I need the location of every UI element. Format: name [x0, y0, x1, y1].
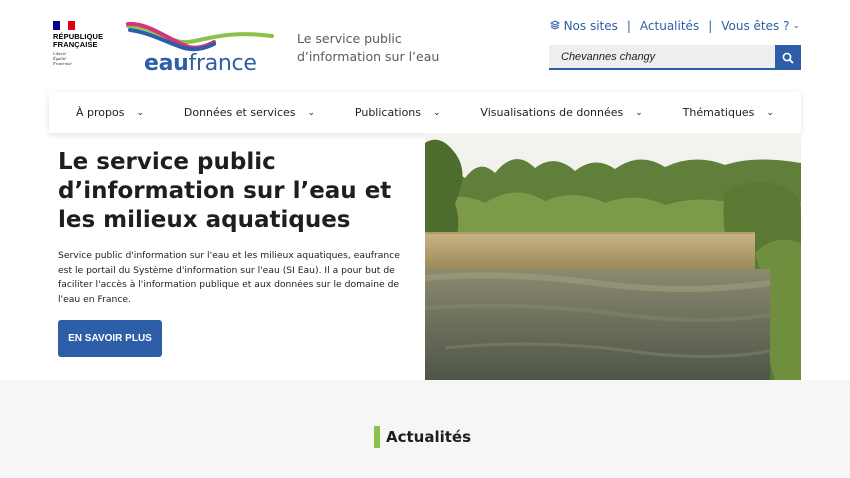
rf-motto: Liberté Égalité Fraternité: [53, 51, 72, 66]
en-savoir-plus-button[interactable]: EN SAVOIR PLUS: [58, 320, 162, 357]
eaufrance-logo[interactable]: eaufrance: [126, 20, 276, 76]
actualites-link[interactable]: Actualités: [640, 19, 699, 33]
nos-sites-link[interactable]: Nos sites: [564, 19, 618, 33]
eaufrance-waves-icon: [126, 21, 274, 52]
hero-pond-image: [425, 133, 801, 380]
link-separator: |: [626, 19, 631, 33]
chevron-down-icon: ⌄: [307, 107, 316, 118]
hero-title: Le service public d’information sur l’ea…: [58, 149, 392, 233]
nav-item-publications[interactable]: Publications ⌄: [355, 106, 441, 119]
search-bar: Chevannes changy: [549, 45, 801, 70]
search-input[interactable]: Chevannes changy: [549, 45, 775, 70]
chevron-down-icon: ⌄: [635, 107, 643, 118]
news-section-heading: Actualités: [374, 426, 471, 448]
section-accent-bar: [374, 426, 380, 448]
republique-francaise-logo[interactable]: RÉPUBLIQUE FRANÇAISE Liberté Égalité Fra…: [53, 21, 113, 66]
french-flag-icon: [53, 21, 75, 30]
vous-etes-dropdown[interactable]: Vous êtes ?: [721, 19, 789, 33]
main-navigation: À propos ⌄ Données et services ⌄ Publicati…: [49, 92, 801, 133]
nav-item-donnees-et-services[interactable]: Données et services ⌄: [184, 106, 315, 119]
top-links: Nos sites | Actualités | Vous êtes ? ⌄: [549, 19, 800, 33]
layers-icon: [549, 19, 560, 33]
news-section-title: Actualités: [386, 428, 472, 446]
nav-item-a-propos[interactable]: À propos ⌄: [76, 106, 144, 119]
site-tagline: Le service public d’information sur l’ea…: [297, 31, 440, 64]
chevron-down-icon: ⌄: [136, 107, 145, 118]
nav-item-visualisations[interactable]: Visualisations de données ⌄: [480, 106, 642, 119]
link-separator: |: [708, 19, 713, 33]
nav-item-thematiques[interactable]: Thématiques ⌄: [683, 106, 774, 119]
chevron-down-icon: ⌄: [766, 107, 774, 118]
rf-title-line2: FRANÇAISE: [53, 40, 98, 49]
search-icon: [782, 52, 794, 64]
eaufrance-wordmark: eaufrance: [144, 51, 257, 76]
search-button[interactable]: [775, 45, 801, 70]
chevron-down-icon: ⌄: [433, 107, 441, 118]
chevron-down-icon: ⌄: [792, 21, 800, 31]
hero-description: Service public d'information sur l'eau e…: [58, 250, 400, 305]
